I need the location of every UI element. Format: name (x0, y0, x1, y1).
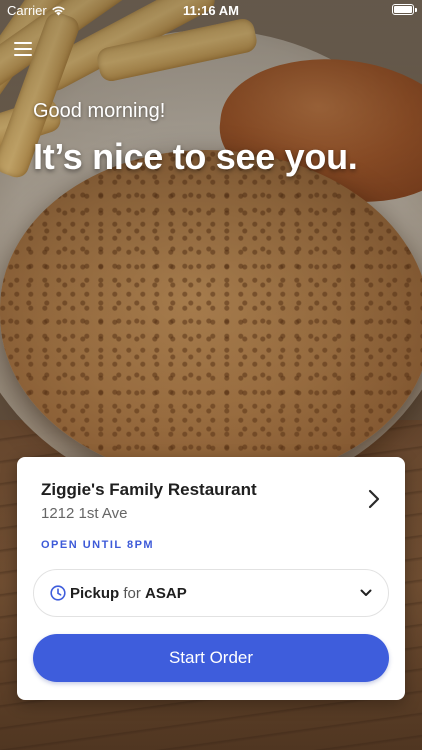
greeting-text: Good morning! (33, 100, 166, 122)
clock-icon (50, 585, 66, 601)
chevron-down-icon (360, 589, 372, 596)
restaurant-address: 1212 1st Ave (41, 505, 128, 522)
location-card: Ziggie's Family Restaurant 1212 1st Ave … (17, 457, 405, 700)
order-time: ASAP (145, 584, 187, 602)
order-mode: Pickup (70, 584, 120, 602)
status-bar: Carrier 11:16 AM (0, 0, 422, 22)
order-type-select[interactable]: Pickup for ASAP (33, 569, 389, 617)
status-time: 11:16 AM (183, 3, 239, 18)
home-screen: Carrier 11:16 AM Good morning! It’s nice… (0, 0, 422, 750)
order-connector: for (123, 584, 141, 602)
restaurant-name[interactable]: Ziggie's Family Restaurant (41, 480, 257, 500)
hamburger-menu-icon[interactable] (14, 38, 36, 60)
order-type-label: Pickup for ASAP (70, 585, 187, 602)
open-status-badge: OPEN UNTIL 8PM (41, 539, 155, 551)
chevron-right-icon[interactable] (365, 487, 383, 511)
battery-icon (392, 4, 417, 15)
welcome-headline: It’s nice to see you. (33, 136, 358, 177)
start-order-button[interactable]: Start Order (33, 634, 389, 682)
